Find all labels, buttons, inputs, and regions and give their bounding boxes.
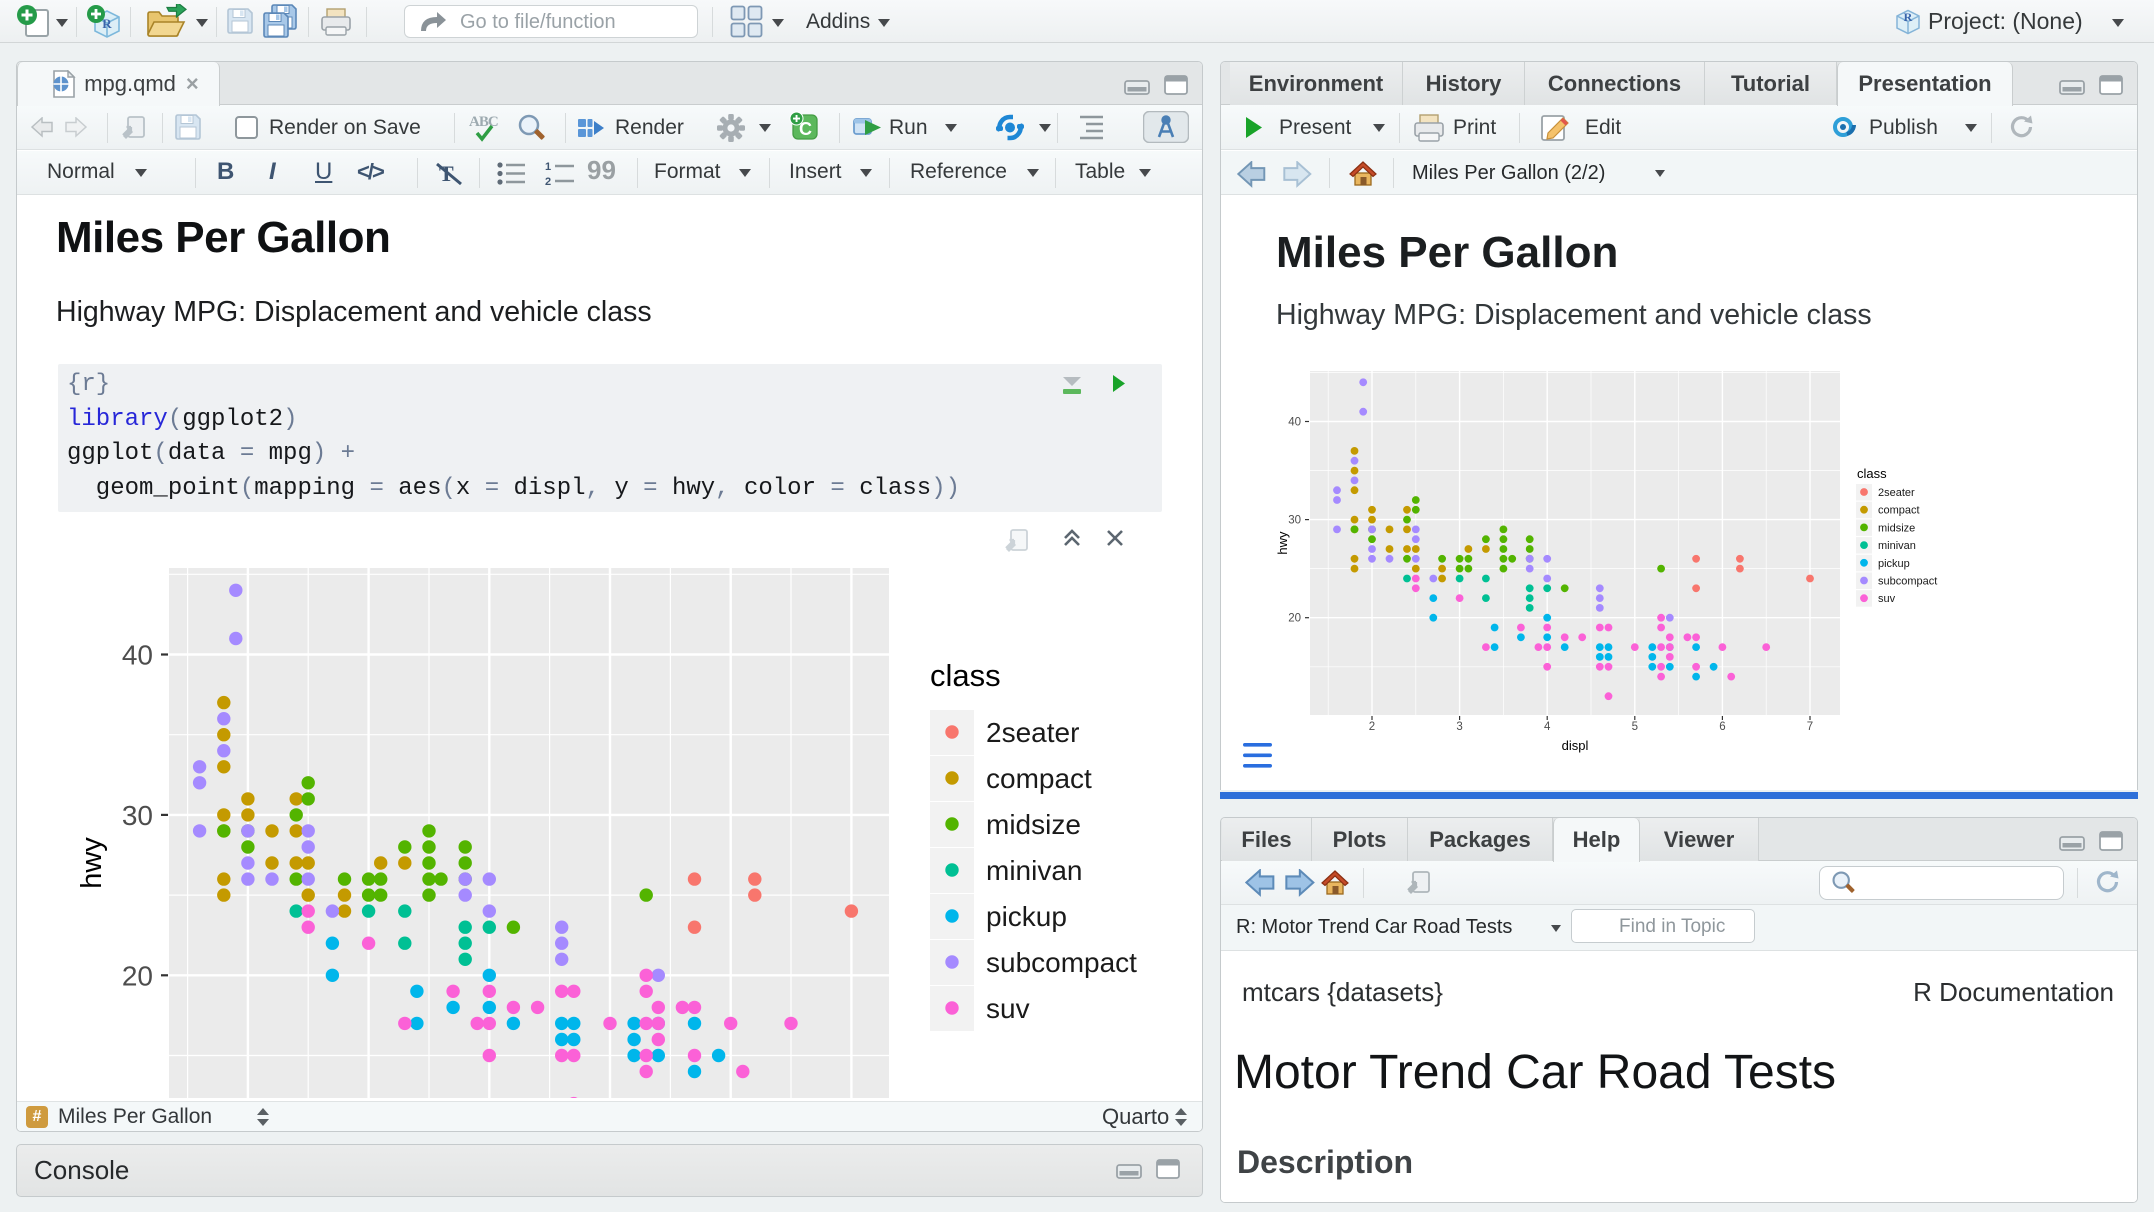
- svg-text:minivan: minivan: [986, 855, 1082, 886]
- svg-text:class: class: [1857, 466, 1887, 481]
- svg-text:2: 2: [545, 176, 551, 186]
- svg-text:ABC: ABC: [469, 114, 498, 130]
- svg-text:40: 40: [1288, 417, 1301, 429]
- svg-text:30: 30: [1288, 515, 1301, 527]
- svg-text:2: 2: [1369, 721, 1375, 733]
- svg-text:2seater: 2seater: [1878, 487, 1915, 499]
- svg-text:hwy: hwy: [1275, 531, 1290, 555]
- svg-text:subcompact: subcompact: [986, 947, 1137, 978]
- svg-text:40: 40: [122, 640, 153, 671]
- svg-text:20: 20: [122, 960, 153, 991]
- svg-text:pickup: pickup: [1878, 558, 1910, 570]
- svg-text:2seater: 2seater: [986, 717, 1079, 748]
- svg-text:midsize: midsize: [986, 809, 1081, 840]
- svg-text:compact: compact: [986, 763, 1092, 794]
- svg-text:4: 4: [1544, 721, 1551, 733]
- svg-text:R: R: [1904, 10, 1913, 24]
- svg-text:suv: suv: [986, 993, 1030, 1024]
- svg-text:1: 1: [545, 161, 551, 173]
- svg-text:hwy: hwy: [76, 837, 108, 889]
- svg-text:6: 6: [1719, 721, 1725, 733]
- svg-text:class: class: [930, 658, 1001, 693]
- svg-text:20: 20: [1288, 613, 1301, 625]
- svg-text:5: 5: [1632, 721, 1638, 733]
- svg-text:minivan: minivan: [1878, 540, 1916, 552]
- svg-text:midsize: midsize: [1878, 522, 1915, 534]
- svg-text:compact: compact: [1878, 505, 1920, 517]
- svg-text:7: 7: [1807, 721, 1813, 733]
- svg-text:subcompact: subcompact: [1878, 576, 1937, 588]
- svg-text:30: 30: [122, 800, 153, 831]
- svg-text:pickup: pickup: [986, 901, 1067, 932]
- svg-text:suv: suv: [1878, 593, 1896, 605]
- svg-text:displ: displ: [1562, 738, 1589, 753]
- svg-text:3: 3: [1456, 721, 1462, 733]
